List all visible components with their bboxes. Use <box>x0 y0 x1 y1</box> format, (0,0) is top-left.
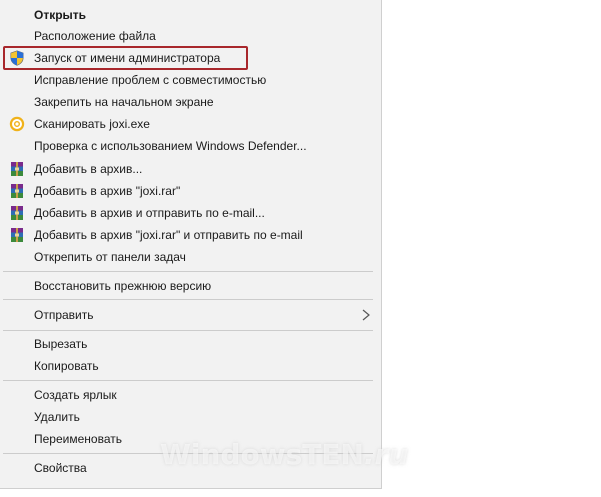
menu-item-send-to[interactable]: Отправить <box>0 304 381 326</box>
menu-item-copy-label: Копировать <box>34 359 99 373</box>
winrar-archive-icon <box>11 228 23 242</box>
menu-item-pin-start-label: Закрепить на начальном экране <box>34 95 214 109</box>
menu-item-copy[interactable]: Копировать <box>0 355 381 377</box>
menu-item-open-label: Открыть <box>34 8 87 22</box>
menu-item-add-archive-email-label: Добавить в архив и отправить по e-mail..… <box>34 206 265 220</box>
menu-item-create-shortcut-label: Создать ярлык <box>34 388 117 402</box>
menu-item-add-joxi-rar-email-label: Добавить в архив "joxi.rar" и отправить … <box>34 228 303 242</box>
menu-item-delete-label: Удалить <box>34 410 80 424</box>
menu-item-add-archive-label: Добавить в архив... <box>34 162 143 176</box>
menu-item-file-location-label: Расположение файла <box>34 29 156 43</box>
menu-item-cut[interactable]: Вырезать <box>0 333 381 355</box>
menu-item-file-location[interactable]: Расположение файла <box>0 25 381 47</box>
menu-item-scan-defender-label: Проверка с использованием Windows Defend… <box>34 139 307 153</box>
menu-separator <box>3 271 373 272</box>
watermark-brand: WindowsTEN <box>160 438 364 471</box>
menu-item-restore-previous[interactable]: Восстановить прежнюю версию <box>0 275 381 297</box>
menu-item-add-archive-email[interactable]: Добавить в архив и отправить по e-mail..… <box>0 202 381 224</box>
menu-item-add-joxi-rar-label: Добавить в архив "joxi.rar" <box>34 184 181 198</box>
menu-item-add-joxi-rar[interactable]: Добавить в архив "joxi.rar" <box>0 180 381 202</box>
menu-item-unpin-taskbar-label: Открепить от панели задач <box>34 250 186 264</box>
menu-item-add-archive[interactable]: Добавить в архив... <box>0 158 381 180</box>
winrar-archive-icon <box>11 162 23 176</box>
menu-item-troubleshoot-compatibility[interactable]: Исправление проблем с совместимостью <box>0 69 381 91</box>
menu-item-pin-start[interactable]: Закрепить на начальном экране <box>0 91 381 113</box>
menu-item-open[interactable]: Открыть <box>0 4 381 26</box>
menu-item-add-joxi-rar-email[interactable]: Добавить в архив "joxi.rar" и отправить … <box>0 224 381 246</box>
menu-item-cut-label: Вырезать <box>34 337 88 351</box>
menu-item-properties-label: Свойства <box>34 461 87 475</box>
menu-item-unpin-taskbar[interactable]: Открепить от панели задач <box>0 246 381 268</box>
menu-item-delete[interactable]: Удалить <box>0 406 381 428</box>
watermark-suffix: .ru <box>363 438 409 471</box>
winrar-archive-icon <box>11 206 23 220</box>
menu-item-troubleshoot-compatibility-label: Исправление проблем с совместимостью <box>34 73 267 87</box>
menu-item-restore-previous-label: Восстановить прежнюю версию <box>34 279 212 293</box>
menu-separator <box>3 330 373 331</box>
watermark: WindowsTEN.ru <box>160 436 408 474</box>
context-menu: Открыть Расположение файла Запуск от име… <box>0 0 382 489</box>
menu-item-scan-joxi[interactable]: Сканировать joxi.exe <box>0 113 381 135</box>
menu-item-scan-defender[interactable]: Проверка с использованием Windows Defend… <box>0 135 381 157</box>
menu-item-create-shortcut[interactable]: Создать ярлык <box>0 384 381 406</box>
menu-separator <box>3 299 373 300</box>
menu-separator <box>3 380 373 381</box>
chevron-right-icon <box>362 309 370 321</box>
menu-item-scan-joxi-label: Сканировать joxi.exe <box>34 117 150 131</box>
menu-item-send-to-label: Отправить <box>34 308 94 322</box>
winrar-archive-icon <box>11 184 23 198</box>
menu-item-rename-label: Переименовать <box>34 432 122 446</box>
joxi-icon <box>9 116 25 132</box>
highlight-frame <box>3 46 248 70</box>
